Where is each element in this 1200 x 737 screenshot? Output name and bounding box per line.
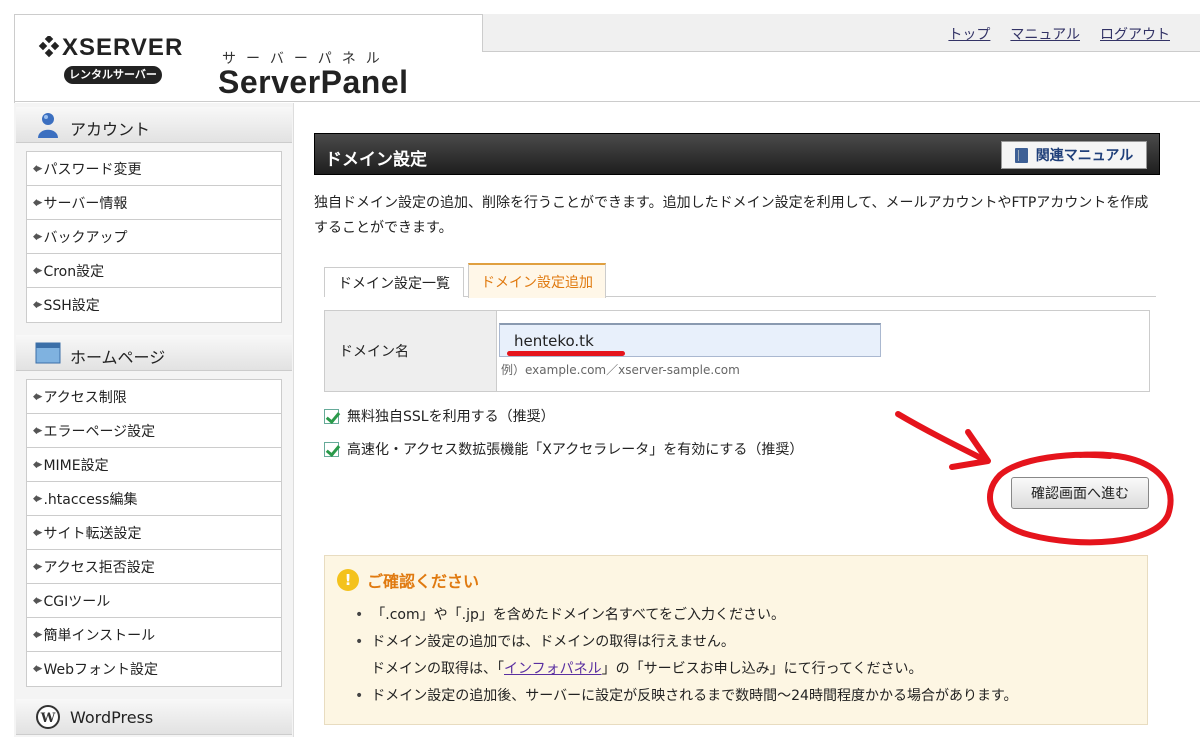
red-underline-annotation <box>507 351 625 356</box>
sidebar-item-server-info[interactable]: ◆▸ サーバー情報 <box>27 186 281 220</box>
panel-title: ServerPanel <box>218 64 409 100</box>
accelerator-checkbox-label: 高速化・アクセス数拡張機能「Xアクセラレータ」を有効にする（推奨） <box>347 442 804 458</box>
sidebar-section-wordpress: W WordPress <box>16 699 292 735</box>
sidebar-item-access-limit[interactable]: ◆▸ アクセス制限 <box>27 380 281 414</box>
arrow-icon: ◆▸ <box>33 197 43 208</box>
sidebar-item-label: エラーページ設定 <box>43 423 156 440</box>
top-links: トップ マニュアル ログアウト <box>948 24 1170 44</box>
sidebar-item-label: .htaccess編集 <box>43 491 138 508</box>
top-link[interactable]: トップ <box>948 24 990 44</box>
wordpress-icon: W <box>36 705 60 729</box>
sidebar-item-error-page[interactable]: ◆▸ エラーページ設定 <box>27 414 281 448</box>
tab-domain-add[interactable]: ドメイン設定追加 <box>468 263 606 298</box>
logo-brand: XSERVER <box>62 34 184 61</box>
notice-box: ! ご確認ください 「.com」や「.jp」を含めたドメイン名すべてをご入力くだ… <box>324 555 1148 725</box>
ssl-option: 無料独自SSLを利用する（推奨） <box>324 406 555 426</box>
sidebar-item-label: Cron設定 <box>43 263 105 280</box>
arrow-icon: ◆▸ <box>33 425 43 436</box>
window-icon <box>35 342 61 364</box>
notice-item: ドメイン設定の追加後、サーバーに設定が反映されるまで数時間〜24時間程度かかる場… <box>371 683 1017 710</box>
related-manual-label: 関連マニュアル <box>1035 148 1134 164</box>
arrow-icon: ◆▸ <box>33 664 43 674</box>
sidebar-item-backup[interactable]: ◆▸ バックアップ <box>27 220 281 254</box>
top-bar: トップ マニュアル ログアウト <box>482 14 1200 52</box>
sidebar-item-password[interactable]: ◆▸ パスワード変更 <box>27 152 281 186</box>
svg-text:W: W <box>40 711 56 726</box>
sidebar-section-account: アカウント <box>16 107 292 143</box>
info-panel-link[interactable]: インフォパネル <box>504 661 602 677</box>
arrow-icon: ◆▸ <box>33 265 43 276</box>
notice-item-sub: ドメインの取得は、「インフォパネル」の「サービスお申し込み」にて行ってください。 <box>371 656 1018 683</box>
arrow-icon: ◆▸ <box>33 493 43 504</box>
page-title-bar: ドメイン設定 関連マニュアル <box>314 133 1160 175</box>
sidebar-item-label: 簡単インストール <box>43 627 156 644</box>
ssl-checkbox[interactable] <box>324 408 339 424</box>
sidebar-item-cgi-tools[interactable]: ◆▸ CGIツール <box>27 584 281 618</box>
page-title: ドメイン設定 <box>325 150 427 170</box>
logo[interactable]: XSERVER レンタルサーバー <box>38 34 198 94</box>
sidebar-section-title: ホームページ <box>70 348 166 367</box>
arrow-icon: ◆▸ <box>33 300 43 310</box>
sidebar-item-web-font[interactable]: ◆▸ Webフォント設定 <box>27 652 281 686</box>
notice-text: 」の「サービスお申し込み」にて行ってください。 <box>601 661 923 677</box>
sidebar-item-label: アクセス拒否設定 <box>43 559 155 576</box>
arrow-icon: ◆▸ <box>33 561 43 572</box>
account-menu: ◆▸ パスワード変更 ◆▸ サーバー情報 ◆▸ バックアップ ◆▸ Cron設定 ◆▸ S… <box>26 151 282 323</box>
notice-text: ドメインの取得は、「 <box>371 661 504 677</box>
sidebar-item-mime[interactable]: ◆▸ MIME設定 <box>27 448 281 482</box>
sidebar-item-label: サーバー情報 <box>43 195 128 212</box>
tab-domain-list[interactable]: ドメイン設定一覧 <box>324 267 464 297</box>
sidebar-item-label: サイト転送設定 <box>43 525 142 542</box>
notice-title: ご確認ください <box>367 572 480 591</box>
sidebar-item-htaccess[interactable]: ◆▸ .htaccess編集 <box>27 482 281 516</box>
sidebar-item-site-transfer[interactable]: ◆▸ サイト転送設定 <box>27 516 281 550</box>
accelerator-checkbox[interactable] <box>324 441 339 457</box>
sidebar: アカウント ◆▸ パスワード変更 ◆▸ サーバー情報 ◆▸ バックアップ ◆▸ Cron… <box>14 103 294 737</box>
accelerator-option: 高速化・アクセス数拡張機能「Xアクセラレータ」を有効にする（推奨） <box>324 439 803 459</box>
sidebar-item-label: バックアップ <box>43 229 128 246</box>
sidebar-section-homepage: ホームページ <box>16 335 292 371</box>
exclamation-icon: ! <box>337 569 359 591</box>
logo-subtitle: レンタルサーバー <box>64 66 162 84</box>
sidebar-item-cron[interactable]: ◆▸ Cron設定 <box>27 254 281 288</box>
sidebar-item-label: アクセス制限 <box>43 389 127 406</box>
arrow-icon: ◆▸ <box>33 629 43 640</box>
sidebar-item-label: CGIツール <box>43 593 111 610</box>
domain-form: ドメイン名 例）example.com／xserver-sample.com <box>324 310 1150 392</box>
related-manual-button[interactable]: 関連マニュアル <box>1001 141 1147 169</box>
diamond-logo-icon <box>38 36 60 58</box>
arrow-icon: ◆▸ <box>33 459 43 470</box>
notice-header: ! ご確認ください <box>337 568 479 592</box>
manual-link[interactable]: マニュアル <box>1010 24 1080 44</box>
arrow-icon: ◆▸ <box>33 163 43 174</box>
sidebar-item-access-deny[interactable]: ◆▸ アクセス拒否設定 <box>27 550 281 584</box>
arrow-icon: ◆▸ <box>33 527 43 538</box>
arrow-icon: ◆▸ <box>33 231 43 242</box>
notice-item: ドメイン設定の追加では、ドメインの取得は行えません。 <box>371 629 1018 656</box>
sidebar-item-ssh[interactable]: ◆▸ SSH設定 <box>27 288 281 322</box>
notice-list: 「.com」や「.jp」を含めたドメイン名すべてをご入力ください。 ドメイン設定… <box>371 602 1018 710</box>
sidebar-item-label: パスワード変更 <box>43 161 142 178</box>
arrow-icon: ◆▸ <box>33 595 43 606</box>
notice-item: 「.com」や「.jp」を含めたドメイン名すべてをご入力ください。 <box>371 602 1018 629</box>
sidebar-section-title: アカウント <box>70 120 151 139</box>
domain-example-hint: 例）example.com／xserver-sample.com <box>501 363 740 377</box>
book-icon <box>1014 147 1028 163</box>
user-icon <box>38 113 58 138</box>
sidebar-section-title: WordPress <box>70 708 154 727</box>
tab-bar: ドメイン設定一覧 ドメイン設定追加 <box>324 263 1156 298</box>
arrow-icon: ◆▸ <box>33 391 43 402</box>
sidebar-item-label: MIME設定 <box>43 457 109 474</box>
sidebar-item-label: Webフォント設定 <box>43 662 158 678</box>
sidebar-item-label: SSH設定 <box>43 298 100 314</box>
homepage-menu: ◆▸ アクセス制限 ◆▸ エラーページ設定 ◆▸ MIME設定 ◆▸ .htaccess… <box>26 379 282 687</box>
page-description: 独自ドメイン設定の追加、削除を行うことができます。追加したドメイン設定を利用して… <box>314 195 1149 236</box>
logout-link[interactable]: ログアウト <box>1100 24 1170 44</box>
confirm-button[interactable]: 確認画面へ進む <box>1011 477 1149 509</box>
domain-name-label: ドメイン名 <box>325 311 497 391</box>
sidebar-item-easy-install[interactable]: ◆▸ 簡単インストール <box>27 618 281 652</box>
ssl-checkbox-label: 無料独自SSLを利用する（推奨） <box>347 409 555 425</box>
